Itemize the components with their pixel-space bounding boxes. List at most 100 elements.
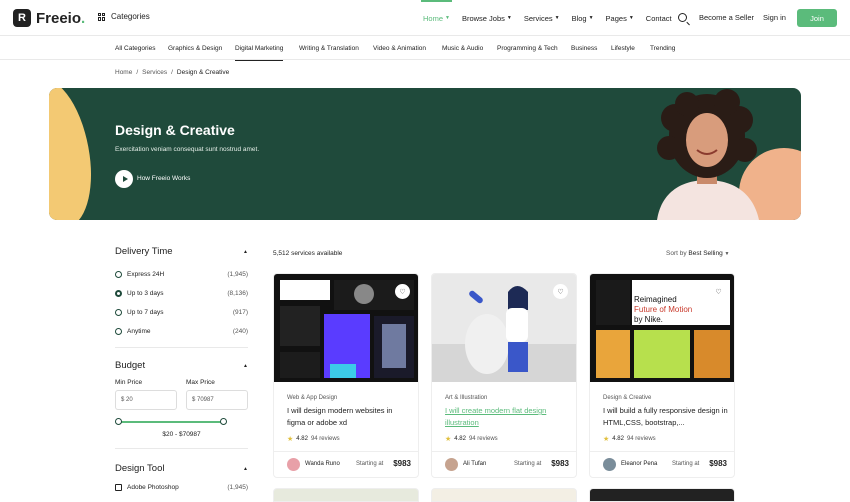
heart-icon[interactable]: ♡ bbox=[553, 284, 568, 299]
starting-at-label: Starting at bbox=[672, 461, 700, 467]
breadcrumb: Home / Services / Design & Creative bbox=[115, 69, 230, 76]
svg-text:Future of Motion: Future of Motion bbox=[634, 305, 692, 314]
radio-icon[interactable] bbox=[115, 309, 122, 316]
card-title[interactable]: I will create modern flat design illustr… bbox=[445, 405, 570, 429]
delivery-option-3-days[interactable]: Up to 3 days (8,136) bbox=[115, 284, 248, 303]
become-seller-link[interactable]: Become a Seller bbox=[699, 13, 754, 22]
radio-icon[interactable] bbox=[115, 271, 122, 278]
service-card[interactable]: ♡ Web & App Design I will design modern … bbox=[273, 273, 419, 478]
chevron-down-icon: ▼ bbox=[588, 15, 594, 21]
design-tool-header[interactable]: Design Tool ▲ bbox=[115, 463, 248, 474]
nav-browse-jobs[interactable]: Browse Jobs ▼ bbox=[456, 0, 518, 36]
avatar[interactable] bbox=[287, 458, 300, 471]
main-nav: Home ▼ Browse Jobs ▼ Services ▼ Blog ▼ Pages… bbox=[417, 0, 678, 36]
avatar[interactable] bbox=[603, 458, 616, 471]
nav-pages[interactable]: Pages ▼ bbox=[600, 0, 640, 36]
delivery-option-express[interactable]: Express 24H (1,945) bbox=[115, 265, 248, 284]
subnav-digital-marketing[interactable]: Digital Marketing bbox=[235, 36, 284, 61]
join-button[interactable]: Join bbox=[797, 9, 837, 27]
design-tool-photoshop[interactable]: Adobe Photoshop (1,945) bbox=[115, 478, 248, 497]
categories-label: Categories bbox=[111, 12, 150, 21]
chevron-up-icon: ▲ bbox=[243, 362, 248, 369]
range-max-handle[interactable] bbox=[220, 418, 227, 425]
min-price-input[interactable]: $ 20 bbox=[115, 390, 177, 410]
delivery-option-anytime[interactable]: Anytime (240) bbox=[115, 322, 248, 341]
divider bbox=[115, 448, 248, 449]
avatar[interactable] bbox=[445, 458, 458, 471]
subnav-all-categories[interactable]: All Categories bbox=[115, 36, 155, 60]
chevron-down-icon: ▼ bbox=[554, 15, 560, 21]
max-price-label: Max Price bbox=[186, 379, 215, 386]
how-it-works-link[interactable]: How Freeio Works bbox=[137, 175, 190, 182]
card-category: Design & Creative bbox=[603, 395, 652, 401]
price-range-slider[interactable] bbox=[115, 416, 248, 428]
nav-services[interactable]: Services ▼ bbox=[518, 0, 566, 36]
breadcrumb-home[interactable]: Home bbox=[115, 69, 132, 76]
delivery-option-7-days[interactable]: Up to 7 days (917) bbox=[115, 303, 248, 322]
subnav-programming-tech[interactable]: Programming & Tech bbox=[497, 36, 558, 60]
service-card[interactable]: Reimagined Future of Motion by Nike. ♡ D… bbox=[589, 273, 735, 478]
nav-contact[interactable]: Contact bbox=[640, 0, 678, 36]
divider bbox=[115, 347, 248, 348]
page-title: Design & Creative bbox=[115, 122, 235, 138]
radio-icon[interactable] bbox=[115, 328, 122, 335]
subnav-trending[interactable]: Trending bbox=[650, 36, 675, 60]
star-icon: ★ bbox=[603, 436, 610, 443]
radio-selected-icon[interactable] bbox=[115, 290, 122, 297]
card-title[interactable]: I will build a fully responsive design i… bbox=[603, 405, 728, 429]
starting-at-label: Starting at bbox=[356, 461, 384, 467]
heart-icon[interactable]: ♡ bbox=[395, 284, 410, 299]
categories-menu[interactable]: Categories bbox=[98, 12, 150, 21]
chevron-down-icon: ▼ bbox=[628, 15, 634, 21]
card-price: $983 bbox=[393, 459, 411, 468]
top-header: R Freeio. Categories Home ▼ Browse Jobs ▼ … bbox=[0, 0, 850, 36]
filter-sidebar: Delivery Time ▲ Express 24H (1,945) Up to … bbox=[115, 246, 248, 497]
search-icon[interactable] bbox=[678, 13, 687, 22]
subnav-video-animation[interactable]: Video & Animation bbox=[373, 36, 426, 60]
card-category: Art & Illustration bbox=[445, 395, 488, 401]
budget-header[interactable]: Budget ▲ bbox=[115, 360, 248, 371]
star-icon: ★ bbox=[287, 436, 294, 443]
sort-dropdown[interactable]: Sort by Best Selling ▼ bbox=[666, 250, 730, 257]
starting-at-label: Starting at bbox=[514, 461, 542, 467]
heart-icon[interactable]: ♡ bbox=[711, 284, 726, 299]
svg-text:by Nike.: by Nike. bbox=[634, 315, 663, 324]
subnav-business[interactable]: Business bbox=[571, 36, 597, 60]
subnav-graphics-design[interactable]: Graphics & Design bbox=[168, 36, 222, 60]
decor-blob-yellow bbox=[49, 88, 100, 220]
card-title[interactable]: I will design modern websites in figma o… bbox=[287, 405, 412, 429]
max-price-input[interactable]: $ 70987 bbox=[186, 390, 248, 410]
nav-home[interactable]: Home ▼ bbox=[417, 0, 456, 36]
subnav-lifestyle[interactable]: Lifestyle bbox=[611, 36, 635, 60]
seller-name[interactable]: Wanda Runo bbox=[305, 461, 340, 467]
nav-blog[interactable]: Blog ▼ bbox=[566, 0, 600, 36]
sign-in-link[interactable]: Sign in bbox=[763, 13, 786, 22]
subnav-writing-translation[interactable]: Writing & Translation bbox=[299, 36, 359, 60]
seller-name[interactable]: Ali Tufan bbox=[463, 461, 486, 467]
card-rating: ★ 4.82 94 reviews bbox=[445, 436, 498, 443]
star-icon: ★ bbox=[445, 436, 452, 443]
category-subnav: All Categories Graphics & Design Digital… bbox=[0, 36, 850, 61]
logo-mark-icon: R bbox=[13, 9, 31, 27]
min-price-label: Min Price bbox=[115, 379, 143, 386]
seller-name[interactable]: Eleanor Pena bbox=[621, 461, 657, 467]
checkbox-icon[interactable] bbox=[115, 484, 122, 491]
hero-banner: Design & Creative Exercitation veniam co… bbox=[49, 88, 801, 220]
card-price: $983 bbox=[551, 459, 569, 468]
subnav-music-audio[interactable]: Music & Audio bbox=[442, 36, 483, 60]
delivery-time-header[interactable]: Delivery Time ▲ bbox=[115, 246, 248, 257]
chevron-down-icon: ▼ bbox=[506, 15, 512, 21]
brand-logo[interactable]: R Freeio. bbox=[13, 9, 85, 27]
grid-icon bbox=[98, 12, 106, 21]
chevron-up-icon: ▲ bbox=[243, 465, 248, 472]
card-rating: ★ 4.82 94 reviews bbox=[287, 436, 340, 443]
breadcrumb-services[interactable]: Services bbox=[142, 69, 167, 76]
chevron-down-icon: ▼ bbox=[724, 251, 730, 257]
brand-name: Freeio bbox=[36, 9, 82, 27]
hero-person-image bbox=[657, 89, 759, 220]
service-card[interactable]: ♡ Art & Illustration I will create moder… bbox=[431, 273, 577, 478]
card-rating: ★ 4.82 94 reviews bbox=[603, 436, 656, 443]
results-count: 5,512 services available bbox=[273, 250, 343, 257]
play-icon[interactable] bbox=[115, 170, 133, 188]
range-min-handle[interactable] bbox=[115, 418, 122, 425]
